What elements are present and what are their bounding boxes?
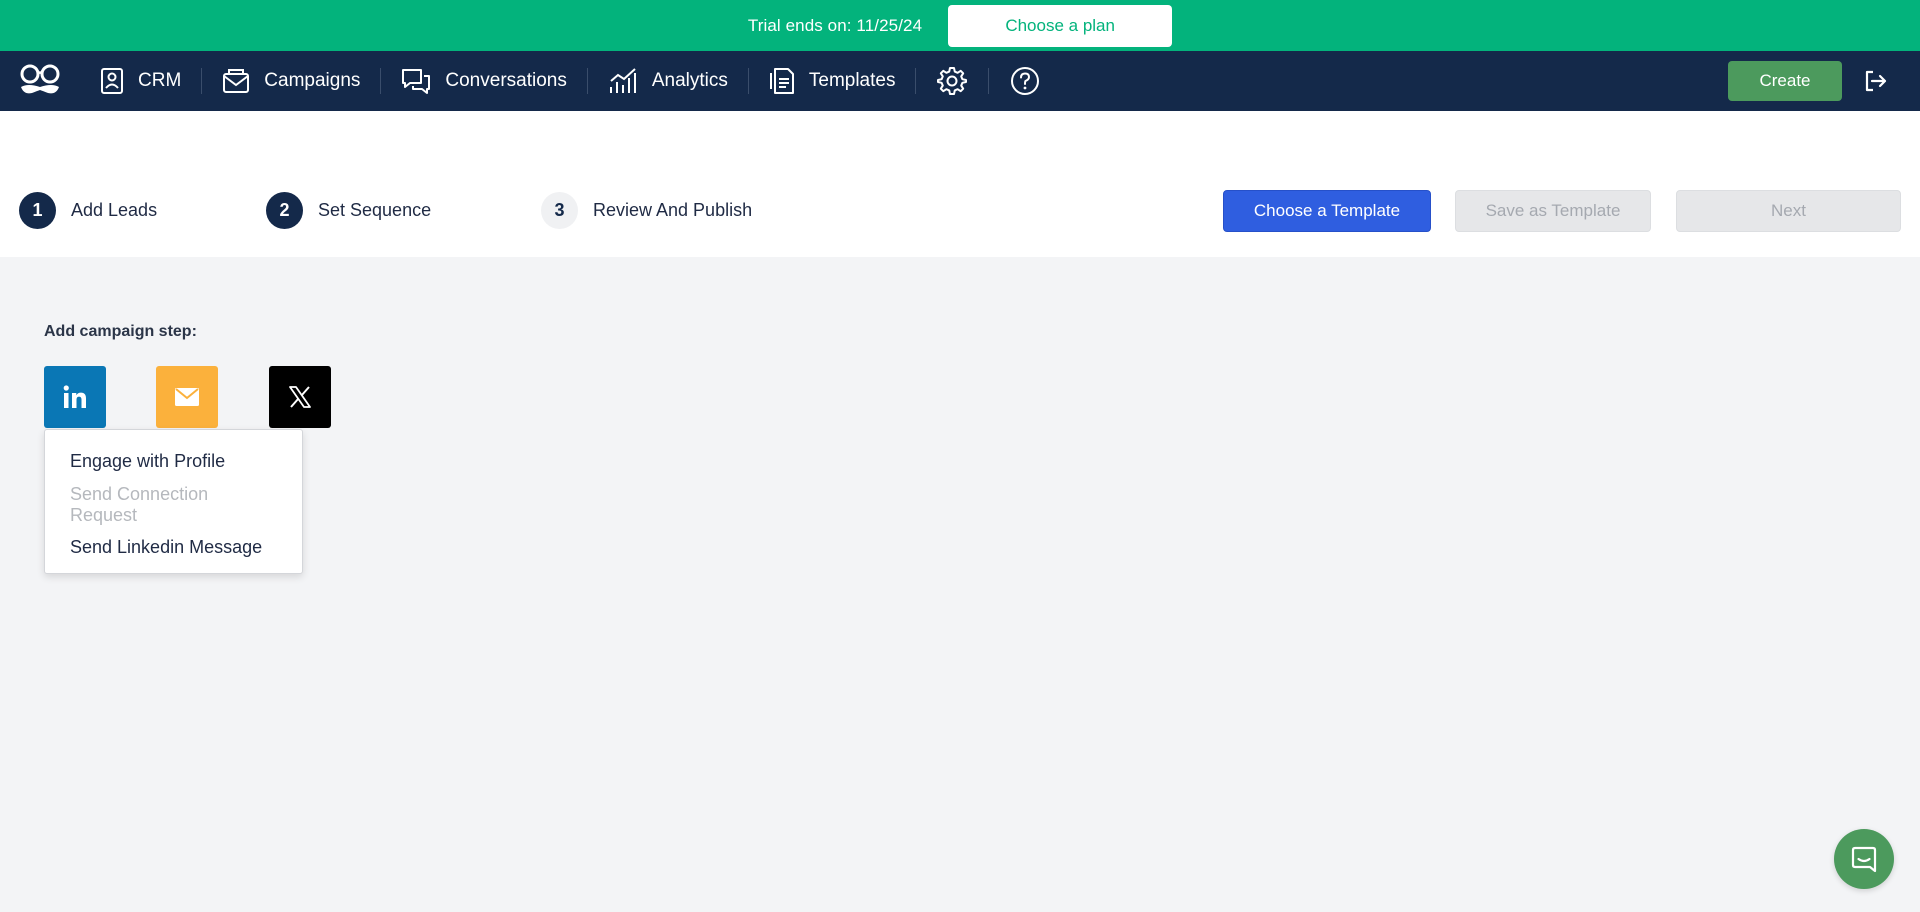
email-step-button[interactable] (156, 366, 218, 428)
nav-item-analytics[interactable]: Analytics (608, 51, 728, 111)
bar-chart-icon (609, 68, 636, 93)
nav-item-conversations[interactable]: Conversations (401, 51, 567, 111)
top-navigation: CRM Campaigns Conversations Analytics Te… (0, 51, 1920, 111)
help-circle-icon (1011, 67, 1040, 95)
add-campaign-step-label: Add campaign step: (44, 323, 197, 340)
linkedin-icon (63, 385, 86, 408)
nav-item-campaigns[interactable]: Campaigns (222, 51, 360, 111)
chat-widget-button[interactable] (1834, 829, 1894, 889)
nav-item-templates[interactable]: Templates (769, 51, 896, 111)
campaign-stepper: 1 Add Leads 2 Set Sequence 3 Review And … (0, 111, 1920, 257)
menu-item-engage-with-profile[interactable]: Engage with Profile (45, 440, 302, 483)
linkedin-step-button[interactable] (44, 366, 106, 428)
nav-divider (201, 68, 203, 94)
create-button[interactable]: Create (1728, 61, 1842, 101)
x-logo-icon (289, 386, 311, 408)
nav-divider (380, 68, 382, 94)
step-add-leads[interactable]: 1 Add Leads (19, 192, 157, 229)
x-step-button[interactable] (269, 366, 331, 428)
save-as-template-button[interactable]: Save as Template (1455, 190, 1651, 232)
nav-divider (988, 68, 990, 94)
chat-icon (1851, 846, 1877, 873)
nav-label-campaigns: Campaigns (264, 70, 361, 91)
nav-label-analytics: Analytics (651, 70, 728, 91)
trial-end-text: Trial ends on: 11/25/24 (747, 15, 923, 35)
step-number: 1 (19, 192, 56, 229)
mustache-glasses-logo-icon[interactable] (18, 61, 62, 101)
step-label: Add Leads (71, 200, 158, 220)
nav-divider (915, 68, 917, 94)
step-label: Review And Publish (593, 200, 753, 220)
envelope-icon (175, 388, 199, 406)
nav-label-crm: CRM (138, 70, 182, 91)
help-button[interactable] (1009, 51, 1041, 111)
choose-plan-button[interactable]: Choose a plan (948, 4, 1173, 47)
step-number: 2 (266, 192, 303, 229)
linkedin-actions-menu: Engage with Profile Send Connection Requ… (44, 429, 303, 574)
choose-template-button[interactable]: Choose a Template (1223, 190, 1431, 232)
menu-item-send-connection-request: Send Connection Request (70, 483, 209, 525)
envelope-icon (223, 69, 250, 93)
nav-item-crm[interactable]: CRM (100, 51, 181, 111)
step-label: Set Sequence (318, 200, 432, 220)
nav-label-templates: Templates (808, 70, 896, 91)
nav-label-conversations: Conversations (445, 70, 567, 91)
step-number: 3 (541, 192, 578, 229)
gear-icon (937, 67, 968, 95)
step-set-sequence[interactable]: 2 Set Sequence (266, 192, 431, 229)
document-icon (769, 68, 794, 94)
menu-item-send-linkedin-message[interactable]: Send Linkedin Message (45, 526, 302, 569)
nav-divider (586, 68, 588, 94)
step-review-publish[interactable]: 3 Review And Publish (541, 192, 752, 229)
next-button[interactable]: Next (1676, 190, 1901, 232)
sequence-canvas: Add campaign step: Engage with Profile S… (0, 257, 1920, 912)
chat-bubbles-icon (402, 69, 431, 94)
logout-icon[interactable] (1864, 70, 1888, 92)
contact-card-icon (101, 68, 123, 94)
nav-divider (747, 68, 749, 94)
trial-banner: Trial ends on: 11/25/24 Choose a plan (0, 0, 1920, 51)
settings-button[interactable] (936, 51, 968, 111)
